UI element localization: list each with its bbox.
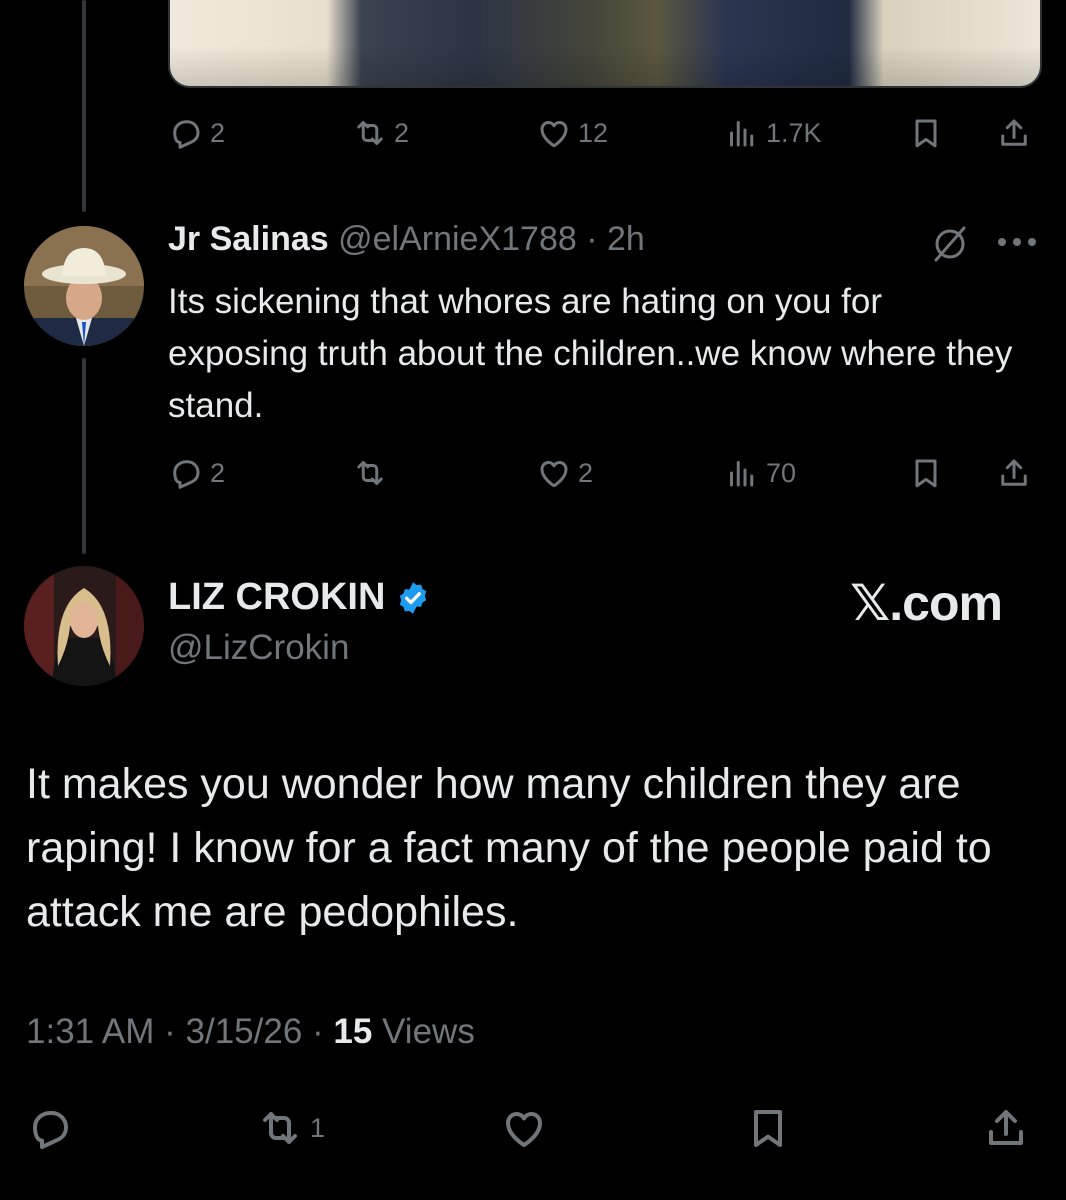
- analytics-icon: [730, 121, 754, 147]
- repost-button[interactable]: 1: [256, 1100, 325, 1156]
- meta-separator: ·: [302, 1012, 334, 1051]
- analytics-icon: [730, 461, 754, 487]
- thread-connector-top: [82, 0, 86, 212]
- verified-badge-icon: [400, 581, 427, 614]
- repost-button[interactable]: [352, 450, 394, 496]
- reply-icon: [33, 1111, 68, 1149]
- reply-icon: [173, 120, 200, 149]
- main-display-name[interactable]: LIZ CROKIN: [168, 576, 385, 619]
- bookmark-icon: [915, 119, 937, 148]
- view-count: 1.7K: [766, 117, 822, 148]
- bookmark-button[interactable]: [908, 110, 944, 156]
- avatar-jr-salinas[interactable]: [24, 226, 144, 346]
- heart-icon: [540, 461, 568, 488]
- more-options-icon[interactable]: [998, 230, 1040, 254]
- reply-tweet-header: Jr Salinas @elArnieX1788 · 2h: [168, 220, 1048, 270]
- bookmark-icon: [754, 1110, 782, 1147]
- like-button[interactable]: 2: [536, 450, 593, 496]
- grok-icon[interactable]: [928, 222, 972, 266]
- repost-button[interactable]: 2: [352, 110, 409, 156]
- reply-count: 2: [210, 457, 226, 488]
- like-count: 2: [578, 457, 594, 488]
- views-label: Views: [372, 1012, 475, 1051]
- reply-icon: [173, 460, 200, 489]
- share-button[interactable]: [996, 110, 1032, 156]
- main-handle[interactable]: @LizCrokin: [168, 628, 349, 668]
- reply-handle[interactable]: @elArnieX1788: [338, 220, 577, 258]
- repost-icon: [357, 461, 383, 485]
- reply-button[interactable]: 2: [168, 110, 225, 156]
- reply-time[interactable]: 2h: [607, 220, 645, 258]
- tweet-media-image[interactable]: [168, 0, 1042, 88]
- like-count: 12: [578, 117, 609, 148]
- heart-icon: [506, 1112, 542, 1147]
- share-icon: [1001, 119, 1027, 146]
- share-icon: [1001, 459, 1027, 486]
- share-button[interactable]: [982, 1100, 1030, 1156]
- like-button[interactable]: 12: [536, 110, 608, 156]
- main-tweet-meta: 1:31 AM · 3/15/26 · 15 Views: [26, 1012, 475, 1052]
- reply-tweet-text: Its sickening that whores are hating on …: [168, 282, 1013, 425]
- share-icon: [989, 1110, 1023, 1145]
- views-button[interactable]: 1.7K: [724, 110, 822, 156]
- avatar-liz-crokin[interactable]: [24, 566, 144, 686]
- repost-icon: [263, 1112, 297, 1144]
- repost-count: 2: [394, 117, 410, 148]
- views-count: 15: [333, 1012, 373, 1051]
- reply-button[interactable]: 2: [168, 450, 225, 496]
- reply-button[interactable]: [26, 1100, 74, 1156]
- top-tweet-actions: 2 2 12 1.7K: [168, 110, 1042, 156]
- main-tweet-text: It makes you wonder how many children th…: [26, 760, 992, 936]
- bookmark-button[interactable]: [744, 1100, 792, 1156]
- reply-count: 2: [210, 117, 226, 148]
- reply-tweet-actions: 2 2 70: [168, 450, 1042, 496]
- views-button[interactable]: 70: [724, 450, 796, 496]
- like-button[interactable]: [500, 1100, 548, 1156]
- main-tweet-actions: 1: [26, 1100, 1036, 1156]
- repost-count: 1: [310, 1112, 326, 1143]
- x-com-watermark: 𝕏.com: [850, 575, 1003, 631]
- avatar-image-woman: [24, 566, 144, 686]
- bookmark-icon: [915, 459, 937, 488]
- repost-icon: [357, 121, 383, 145]
- meta-separator: ·: [154, 1012, 186, 1051]
- main-display-name-row: LIZ CROKIN: [168, 576, 431, 619]
- reply-display-name[interactable]: Jr Salinas: [168, 220, 329, 258]
- view-count: 70: [766, 457, 797, 488]
- tweet-date[interactable]: 3/15/26: [186, 1012, 303, 1051]
- heart-icon: [540, 121, 568, 148]
- avatar-image-cowboy: [24, 226, 144, 346]
- tweet-time[interactable]: 1:31 AM: [26, 1012, 154, 1051]
- bookmark-button[interactable]: [908, 450, 944, 496]
- reply-separator: ·: [586, 220, 598, 258]
- share-button[interactable]: [996, 450, 1032, 496]
- thread-connector-middle: [82, 358, 86, 554]
